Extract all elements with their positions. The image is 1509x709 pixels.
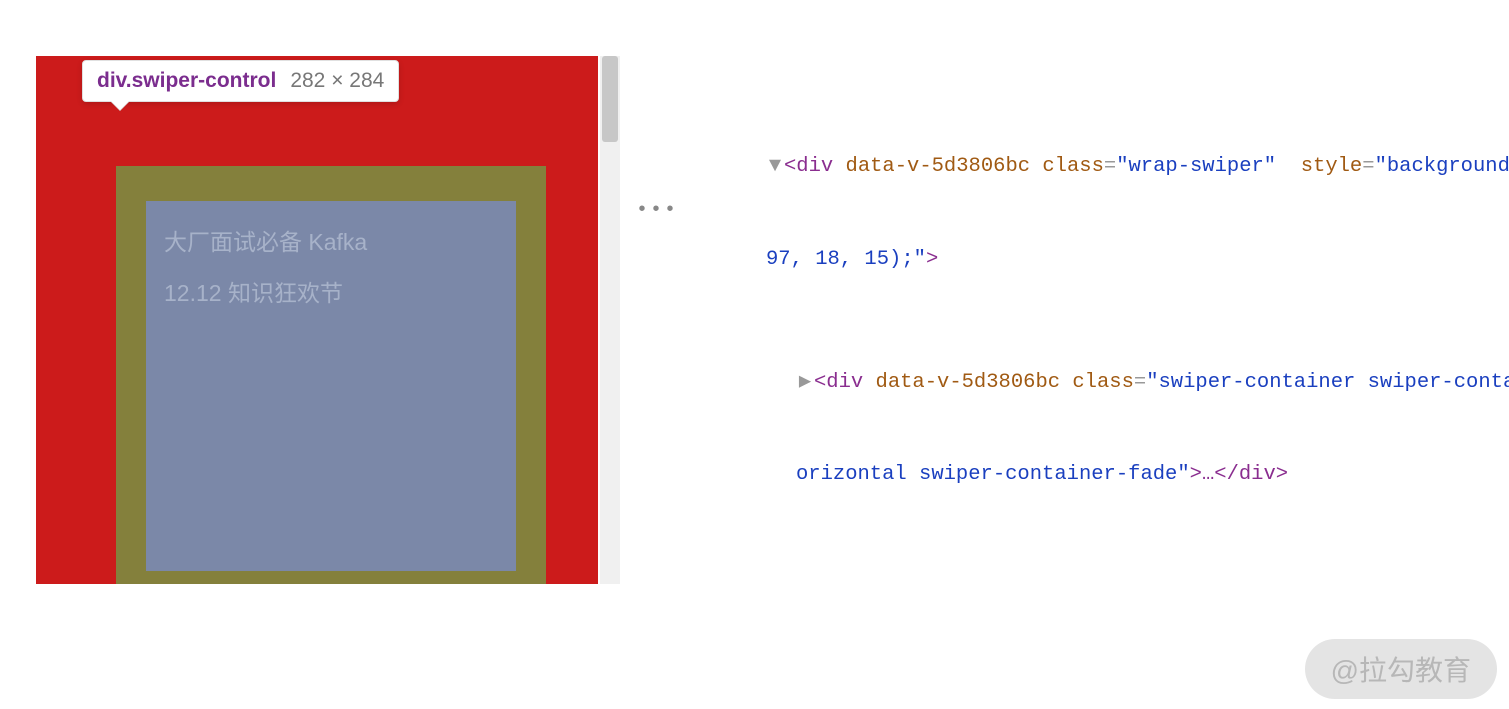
disclosure-triangle-icon[interactable]: ▼	[766, 152, 784, 183]
preview-scrollbar-thumb[interactable]	[602, 56, 618, 142]
swiper-item-subtitle: 12.12 知识狂欢节	[164, 268, 498, 319]
swiper-item-title: 大厂面试必备 Kafka	[164, 217, 498, 268]
elements-panel[interactable]: ••• ▼<div data-v-5d3806bc class="wrap-sw…	[626, 56, 1509, 584]
elements-gutter: •••	[626, 56, 676, 584]
tooltip-classname: .swiper-control	[126, 69, 277, 92]
disclosure-triangle-icon[interactable]: ▼	[796, 583, 814, 584]
swiper-control-box: 大厂面试必备 Kafka 12.12 知识狂欢节	[146, 201, 516, 571]
more-actions-icon[interactable]: •••	[636, 196, 678, 226]
dom-node[interactable]: ▼<div data-v-5d3806bc class="swiper-cont…	[676, 583, 1509, 584]
dom-node-wrap[interactable]: 97, 18, 15);">	[676, 245, 1509, 276]
dom-tree[interactable]: ▼<div data-v-5d3806bc class="wrap-swiper…	[676, 56, 1509, 584]
watermark-badge: @拉勾教育	[1305, 639, 1497, 699]
inspected-element-highlight: 大厂面试必备 Kafka 12.12 知识狂欢节	[116, 166, 546, 584]
tooltip-dimensions: 282 × 284	[290, 69, 384, 93]
element-inspect-tooltip: div.swiper-control 282 × 284	[82, 60, 399, 102]
preview-scrollbar[interactable]	[600, 56, 620, 584]
tooltip-tagname: div	[97, 69, 126, 92]
dom-node-wrap[interactable]: orizontal swiper-container-fade">…</div>	[676, 460, 1509, 491]
dom-node[interactable]: ▼<div data-v-5d3806bc class="wrap-swiper…	[676, 152, 1509, 183]
page-preview: 大厂面试必备 Kafka 12.12 知识狂欢节	[36, 56, 598, 584]
dom-node[interactable]: ▶<div data-v-5d3806bc class="swiper-cont…	[676, 368, 1509, 399]
disclosure-triangle-icon[interactable]: ▶	[796, 368, 814, 399]
